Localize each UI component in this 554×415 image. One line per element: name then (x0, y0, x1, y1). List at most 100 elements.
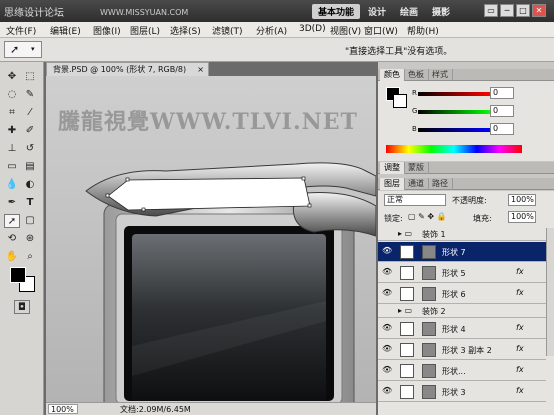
menu-view[interactable]: 视图(V) (330, 24, 361, 37)
menu-file[interactable]: 文件(F) (6, 24, 36, 37)
green-value[interactable]: 0 (490, 105, 514, 117)
pen-tool-icon[interactable]: ✒ (4, 196, 20, 210)
layer-group-row[interactable]: ▸ ▭ 装饰 2 (378, 305, 546, 318)
visibility-eye-icon[interactable]: 👁 (382, 386, 392, 396)
tab-masks[interactable]: 蒙版 (404, 162, 429, 174)
options-hint: "直接选择工具"没有选项。 (345, 47, 453, 57)
lock-icons[interactable]: ▢ ✎ ✥ 🔒 (408, 212, 447, 221)
visibility-eye-icon[interactable]: 👁 (382, 344, 392, 354)
tab-paths[interactable]: 路径 (428, 178, 453, 190)
visibility-eye-icon[interactable] (382, 229, 392, 239)
menu-edit[interactable]: 编辑(E) (50, 24, 81, 37)
red-label: R (412, 89, 417, 97)
visibility-eye-icon[interactable]: 👁 (382, 365, 392, 375)
foreground-color-swatch[interactable] (10, 267, 26, 283)
menu-image[interactable]: 图像(I) (93, 24, 121, 37)
brush-tool-icon[interactable]: ✐ (22, 124, 38, 138)
workspace-painting[interactable]: 绘画 (394, 4, 424, 19)
gradient-tool-icon[interactable]: ▤ (22, 160, 38, 174)
layer-effects-icon[interactable]: fx (516, 344, 524, 353)
healing-tool-icon[interactable]: ✚ (4, 124, 20, 138)
color-bg-swatch[interactable] (393, 94, 407, 108)
move-tool-icon[interactable]: ✥ (4, 70, 20, 84)
close-button[interactable]: ✕ (532, 4, 546, 17)
stamp-tool-icon[interactable]: ⊥ (4, 142, 20, 156)
red-value[interactable]: 0 (490, 87, 514, 99)
tab-swatches[interactable]: 色板 (404, 69, 429, 81)
menu-layer[interactable]: 图层(L) (130, 24, 160, 37)
hand-tool-icon[interactable]: ✋ (4, 250, 20, 264)
tab-layers[interactable]: 图层 (380, 178, 405, 190)
menu-filter[interactable]: 滤镜(T) (212, 24, 243, 37)
quick-mask-icon[interactable]: ◘ (14, 300, 30, 314)
layer-group-row[interactable]: ▸ ▭ 装饰 1 (378, 228, 546, 241)
eraser-tool-icon[interactable]: ▭ (4, 160, 20, 174)
visibility-eye-icon[interactable] (382, 306, 392, 316)
visibility-eye-icon[interactable]: 👁 (382, 288, 392, 298)
close-tab-icon[interactable]: × (197, 63, 204, 76)
tab-color[interactable]: 颜色 (380, 69, 405, 81)
layer-row[interactable]: 👁 形状 4 fx (378, 319, 546, 339)
tab-styles[interactable]: 样式 (428, 69, 453, 81)
workspace-photography[interactable]: 摄影 (426, 4, 456, 19)
layer-effects-icon[interactable]: fx (516, 323, 524, 332)
layer-effects-icon[interactable]: fx (516, 288, 524, 297)
menu-select[interactable]: 选择(S) (170, 24, 201, 37)
menu-help[interactable]: 帮助(H) (407, 24, 439, 37)
minimize-button[interactable]: ─ (500, 4, 514, 17)
layer-effects-icon[interactable]: fx (516, 365, 524, 374)
fill-field[interactable]: 100% (508, 211, 536, 223)
shape-tool-icon[interactable]: ▢ (22, 214, 38, 228)
menu-analysis[interactable]: 分析(A) (256, 24, 287, 37)
layer-effects-icon[interactable]: fx (516, 267, 524, 276)
layer-row[interactable]: 👁 形状 5 fx (378, 263, 546, 283)
layer-name: 装饰 1 (422, 230, 446, 239)
green-slider[interactable] (418, 110, 490, 114)
layers-scrollbar[interactable] (546, 228, 554, 356)
blue-slider[interactable] (418, 128, 490, 132)
tab-adjustments[interactable]: 调整 (380, 162, 405, 174)
eyedropper-tool-icon[interactable]: ⁄ (22, 106, 38, 120)
path-selection-tool-icon[interactable]: ➚ (4, 214, 20, 228)
visibility-eye-icon[interactable]: 👁 (382, 267, 392, 277)
workspace-essentials[interactable]: 基本功能 (312, 4, 361, 19)
menu-bar: 文件(F) 编辑(E) 图像(I) 图层(L) 选择(S) 滤镜(T) 分析(A… (0, 22, 554, 38)
type-tool-icon[interactable]: T (22, 196, 38, 210)
visibility-eye-icon[interactable]: 👁 (382, 323, 392, 333)
opacity-field[interactable]: 100% (508, 194, 536, 206)
layer-effects-icon[interactable]: fx (516, 386, 524, 395)
layer-row[interactable]: 👁 形状 3 副本 2 fx (378, 340, 546, 360)
lasso-tool-icon[interactable]: ◌ (4, 88, 20, 102)
quick-select-tool-icon[interactable]: ✎ (22, 88, 38, 102)
marquee-tool-icon[interactable]: ⬚ (22, 70, 38, 84)
menu-3d[interactable]: 3D(D) (299, 24, 326, 34)
layer-row[interactable]: 👁 形状 7 (378, 242, 546, 262)
zoom-field[interactable]: 100% (48, 404, 78, 414)
color-spectrum[interactable] (386, 145, 522, 153)
maximize-button[interactable]: □ (516, 4, 530, 17)
dodge-tool-icon[interactable]: ◐ (22, 178, 38, 192)
lock-label: 锁定: (384, 214, 403, 223)
history-brush-tool-icon[interactable]: ↺ (22, 142, 38, 156)
visibility-eye-icon[interactable]: 👁 (382, 246, 392, 256)
layer-row[interactable]: 👁 形状... fx (378, 361, 546, 381)
menu-window[interactable]: 窗口(W) (364, 24, 398, 37)
blue-value[interactable]: 0 (490, 123, 514, 135)
tool-preset-picker[interactable]: ➚ ▾ (4, 41, 42, 58)
zoom-tool-icon[interactable]: ⌕ (22, 250, 38, 264)
restore-workspace-button[interactable]: ▭ (484, 4, 498, 17)
panel-dock: 颜色 色板 样式 R 0 G 0 B 0 调整 蒙版 图层 通道 路径 正常 不… (378, 62, 554, 415)
layer-row[interactable]: 👁 形状 6 fx (378, 284, 546, 304)
3d-orbit-tool-icon[interactable]: ⊛ (22, 232, 38, 246)
tab-channels[interactable]: 通道 (404, 178, 429, 190)
blend-mode-select[interactable]: 正常 (384, 194, 446, 206)
workspace-design[interactable]: 设计 (362, 4, 392, 19)
3d-rotate-tool-icon[interactable]: ⟲ (4, 232, 20, 246)
document-tab[interactable]: 背景.PSD @ 100% (形状 7, RGB/8) × (46, 62, 209, 76)
document-canvas[interactable]: 騰龍視覺WWW.TLVI.NET (46, 76, 376, 402)
blur-tool-icon[interactable]: 💧 (4, 178, 20, 192)
layer-row[interactable]: 👁 形状 3 fx (378, 382, 546, 402)
crop-tool-icon[interactable]: ⌗ (4, 106, 20, 120)
red-slider[interactable] (418, 92, 490, 96)
vector-mask-thumbnail (422, 266, 436, 280)
